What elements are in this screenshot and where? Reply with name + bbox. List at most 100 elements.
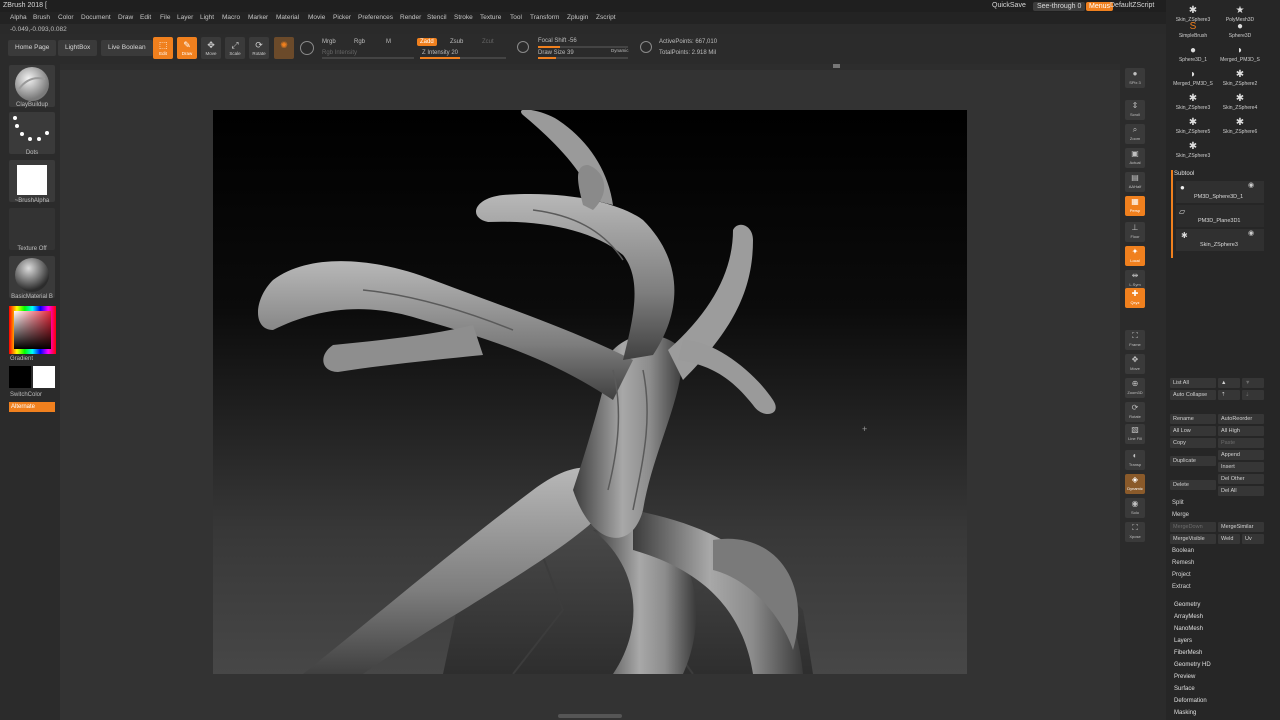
menu-transform[interactable]: Transform [530, 14, 559, 21]
auto-collapse-button[interactable]: Auto Collapse [1170, 390, 1216, 400]
section-nanomesh[interactable]: NanoMesh [1174, 626, 1203, 632]
rightstrip-scroll-button[interactable]: ⇕ Scroll [1125, 100, 1145, 120]
rightstrip-local-button[interactable]: ✦ Local [1125, 246, 1145, 266]
color-square[interactable] [14, 311, 51, 349]
primary-color-swatch[interactable] [33, 366, 55, 388]
insert-button[interactable]: Insert [1218, 462, 1264, 472]
texture-selector[interactable] [9, 208, 55, 250]
menu-movie[interactable]: Movie [308, 14, 325, 21]
paste-button[interactable]: Paste [1218, 438, 1264, 448]
del-all-button[interactable]: Del All [1218, 486, 1264, 496]
section-geometry-hd[interactable]: Geometry HD [1174, 662, 1211, 668]
eye-icon[interactable]: ◉ [1248, 181, 1254, 189]
document-scroll-handle[interactable] [833, 64, 840, 68]
draw-mode-button[interactable]: ✎ Draw [177, 37, 197, 59]
eye-icon[interactable]: ◉ [1248, 229, 1254, 237]
rightstrip-frame-button[interactable]: ⛶ Frame [1125, 330, 1145, 350]
move-up-icon[interactable]: ⇡ [1218, 390, 1240, 400]
merge-down-button[interactable]: MergeDown [1170, 522, 1216, 532]
arrow-down-icon[interactable]: ▼ [1242, 378, 1264, 388]
menu-edit[interactable]: Edit [140, 14, 151, 21]
arrow-up-icon[interactable]: ▲ [1218, 378, 1240, 388]
tool-thumb-7[interactable]: ✱ Skin_ZSphere2 [1217, 68, 1263, 90]
menu-light[interactable]: Light [200, 14, 214, 21]
subtool-title[interactable]: Subtool [1174, 171, 1194, 177]
menu-zscript[interactable]: Zscript [596, 14, 616, 21]
menu-picker[interactable]: Picker [333, 14, 351, 21]
home-page-button[interactable]: Home Page [8, 40, 57, 56]
tool-thumb-11[interactable]: ✱ Skin_ZSphere6 [1217, 116, 1263, 138]
merge-similar-button[interactable]: MergeSimilar [1218, 522, 1264, 532]
list-all-button[interactable]: List All [1170, 378, 1216, 388]
rightstrip-xpose-button[interactable]: ⛶ Xpose [1125, 522, 1145, 542]
rightstrip-spix-3-button[interactable]: ● SPix 3 [1125, 68, 1145, 88]
quicksave-button[interactable]: QuickSave [992, 2, 1026, 9]
dynamic-toggle[interactable]: Dynamic [611, 48, 629, 53]
menu-render[interactable]: Render [400, 14, 421, 21]
see-through-slider[interactable]: See-through 0 [1033, 2, 1086, 11]
section-geometry[interactable]: Geometry [1174, 602, 1200, 608]
tool-thumb-8[interactable]: ✱ Skin_ZSphere3 [1170, 92, 1216, 114]
menu-tool[interactable]: Tool [510, 14, 522, 21]
rightstrip-rotate-button[interactable]: ⟳ Rotate [1125, 402, 1145, 422]
rename-button[interactable]: Rename [1170, 414, 1216, 424]
menu-brush[interactable]: Brush [33, 14, 50, 21]
menu-zplugin[interactable]: Zplugin [567, 14, 588, 21]
lightbox-button[interactable]: LightBox [58, 40, 98, 56]
tool-thumb-6[interactable]: ◗ Merged_PM3D_S [1170, 68, 1216, 90]
all-low-button[interactable]: All Low [1170, 426, 1216, 436]
rightstrip-zoom-button[interactable]: ⌕ Zoom [1125, 124, 1145, 144]
section-arraymesh[interactable]: ArrayMesh [1174, 614, 1203, 620]
tool-thumb-5[interactable]: ◗ Merged_PM3D_S [1217, 44, 1263, 66]
menu-document[interactable]: Document [81, 14, 111, 21]
menu-layer[interactable]: Layer [177, 14, 193, 21]
default-zscript-button[interactable]: DefaultZScript [1110, 2, 1154, 9]
menu-stroke[interactable]: Stroke [454, 14, 473, 21]
live-boolean-button[interactable]: Live Boolean [101, 40, 153, 56]
section-fibermesh[interactable]: FiberMesh [1174, 650, 1202, 656]
rightstrip-dynamic-button[interactable]: ◈ Dynamic [1125, 474, 1145, 494]
switch-color-button[interactable]: SwitchColor [10, 392, 66, 398]
copy-button[interactable]: Copy [1170, 438, 1216, 448]
edit-mode-button[interactable]: ⬚ Edit [153, 37, 173, 59]
alternate-button[interactable]: Alternate [9, 402, 55, 412]
menus-button[interactable]: Menus [1086, 2, 1114, 11]
tool-thumb-4[interactable]: ● Sphere3D_1 [1170, 44, 1216, 66]
project-section[interactable]: Project [1172, 572, 1191, 578]
zadd-button[interactable]: Zadd [417, 38, 437, 46]
section-masking[interactable]: Masking [1174, 710, 1196, 716]
secondary-color-swatch[interactable] [9, 366, 31, 388]
duplicate-button[interactable]: Duplicate [1170, 456, 1216, 466]
gizmo-button[interactable]: ✺ [274, 37, 294, 59]
delete-button[interactable]: Delete [1170, 480, 1216, 490]
section-surface[interactable]: Surface [1174, 686, 1195, 692]
weld-toggle[interactable]: Weld [1218, 534, 1240, 544]
tool-thumb-12[interactable]: ✱ Skin_ZSphere3 [1170, 140, 1216, 162]
tool-thumb-10[interactable]: ✱ Skin_ZSphere5 [1170, 116, 1216, 138]
rgb-button[interactable]: Rgb [354, 39, 365, 45]
menu-texture[interactable]: Texture [480, 14, 501, 21]
section-layers[interactable]: Layers [1174, 638, 1192, 644]
rgb-intensity-slider[interactable]: Rgb Intensity [322, 50, 357, 56]
tool-thumb-9[interactable]: ✱ Skin_ZSphere4 [1217, 92, 1263, 114]
menu-macro[interactable]: Macro [222, 14, 240, 21]
subtool-item-2[interactable]: ✱ ◉ Skin_ZSphere3 [1176, 229, 1264, 251]
menu-marker[interactable]: Marker [248, 14, 268, 21]
subtool-item-1[interactable]: ▱ PM3D_Plane3D1 [1176, 205, 1264, 227]
menu-file[interactable]: File [160, 14, 170, 21]
bottom-tray-handle[interactable] [558, 714, 622, 718]
section-deformation[interactable]: Deformation [1174, 698, 1207, 704]
zcut-button[interactable]: Zcut [482, 39, 494, 45]
remesh-section[interactable]: Remesh [1172, 560, 1194, 566]
boolean-section[interactable]: Boolean [1172, 548, 1194, 554]
stroke-selector[interactable] [9, 112, 55, 154]
m-button[interactable]: M [386, 39, 391, 45]
append-button[interactable]: Append [1218, 450, 1264, 460]
autoreorder-button[interactable]: AutoReorder [1218, 414, 1264, 424]
rightstrip-aahalf-button[interactable]: ▤ AAHalf [1125, 172, 1145, 192]
menu-material[interactable]: Material [276, 14, 299, 21]
uv-toggle[interactable]: Uv [1242, 534, 1264, 544]
rightstrip-floor-button[interactable]: ⊥ Floor [1125, 222, 1145, 242]
move-down-icon[interactable]: ⇣ [1242, 390, 1264, 400]
extract-section[interactable]: Extract [1172, 584, 1191, 590]
